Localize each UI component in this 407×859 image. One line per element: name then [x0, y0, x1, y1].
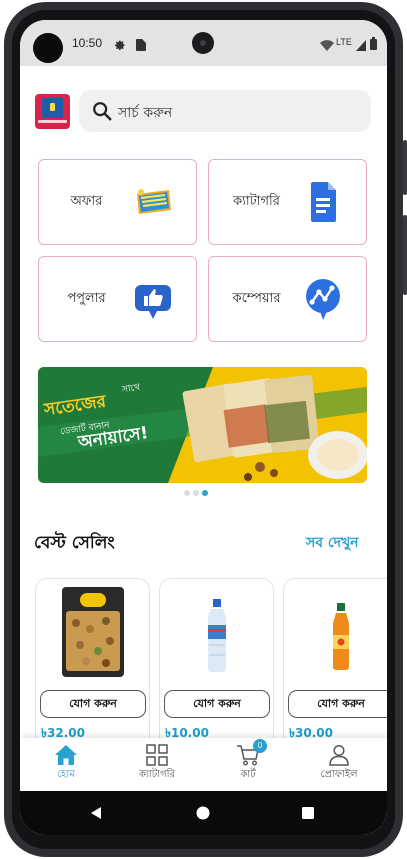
status-time: 10:50 [72, 36, 103, 50]
app-logo-icon[interactable] [35, 94, 70, 129]
search-icon [93, 102, 112, 121]
see-all-link[interactable]: সব দেখুন [306, 531, 359, 555]
search-input[interactable]: সার্চ করুন [79, 90, 371, 132]
tile-popular-label: পপুলার [67, 291, 106, 306]
nav-profile-label: প্রোফাইল [320, 769, 358, 780]
tile-category[interactable]: ক্যাটাগরি [208, 159, 367, 245]
pagination-dot-active[interactable] [202, 490, 208, 496]
pagination-dot[interactable] [184, 490, 190, 496]
add-to-cart-button[interactable]: যোগ করুন [288, 690, 387, 718]
pagination-dot[interactable] [193, 490, 199, 496]
tile-offer[interactable]: অফার [38, 159, 197, 245]
nav-cart-label: কার্ট [240, 769, 256, 780]
app-screen: 10:50 LTE সার্চ করুন অফার ক্যাটাগরি পপুল… [20, 20, 387, 835]
front-camera [192, 32, 214, 54]
compare-chart-icon [306, 279, 340, 320]
grid-icon [146, 744, 168, 766]
document-icon [311, 182, 336, 222]
power-button [403, 215, 407, 295]
search-placeholder: সার্চ করুন [118, 105, 173, 121]
banner-small-text: সাথে [121, 382, 141, 396]
home-icon [55, 745, 77, 765]
gear-icon [114, 36, 126, 55]
nav-profile[interactable]: প্রোফাইল [299, 744, 379, 784]
volume-button [403, 140, 407, 195]
camera-cutout [33, 33, 63, 63]
add-to-cart-button[interactable]: যোগ করুন [40, 690, 146, 718]
home-circle-icon[interactable] [196, 806, 210, 820]
banner-pagination [184, 490, 211, 496]
sim-card-icon [136, 36, 146, 55]
phone-device: 10:50 LTE সার্চ করুন অফার ক্যাটাগরি পপুল… [0, 0, 407, 859]
battery-icon [370, 35, 377, 54]
cart-count-badge: 0 [253, 739, 267, 753]
tile-compare[interactable]: কম্পেয়ার [208, 256, 367, 342]
section-title: বেস্ট সেলিং [34, 533, 115, 553]
best-offer-icon [137, 189, 171, 214]
recents-icon[interactable] [301, 806, 315, 820]
tile-category-label: ক্যাটাগরি [233, 194, 280, 209]
back-icon[interactable] [89, 806, 103, 820]
mixed-nuts-pack-image [62, 587, 124, 677]
nav-category[interactable]: ক্যাটাগরি [117, 744, 197, 784]
product-card[interactable]: যোগ করুন ৳32.00 [35, 578, 150, 753]
bottom-navigation: হোম ক্যাটাগরি 0 কার্ট প্রোফাইল [20, 738, 387, 791]
network-type: LTE [336, 37, 352, 47]
water-bottle-image [208, 599, 226, 672]
tile-popular[interactable]: পপুলার [38, 256, 197, 342]
system-navigation-bar [20, 791, 387, 835]
profile-icon [329, 744, 349, 766]
juice-bottle-image [333, 603, 349, 670]
promo-banner[interactable]: সতেজের সাথে ডেজার্ট বানান অনায়াসে! [38, 367, 367, 483]
nav-home-label: হোম [57, 769, 75, 780]
nav-cart[interactable]: 0 কার্ট [208, 739, 288, 784]
tile-offer-label: অফার [70, 194, 103, 209]
product-card[interactable]: যোগ করুন ৳10.00 [159, 578, 274, 753]
add-to-cart-button[interactable]: যোগ করুন [164, 690, 270, 718]
status-bar: 10:50 LTE [20, 20, 387, 66]
nav-home[interactable]: হোম [26, 744, 106, 784]
wifi-icon [320, 36, 334, 55]
thumbs-up-icon [135, 285, 171, 319]
signal-icon [356, 36, 366, 55]
tile-compare-label: কম্পেয়ার [232, 291, 281, 306]
product-card[interactable]: যোগ করুন ৳30.00 [283, 578, 387, 753]
nav-category-label: ক্যাটাগরি [138, 769, 176, 780]
